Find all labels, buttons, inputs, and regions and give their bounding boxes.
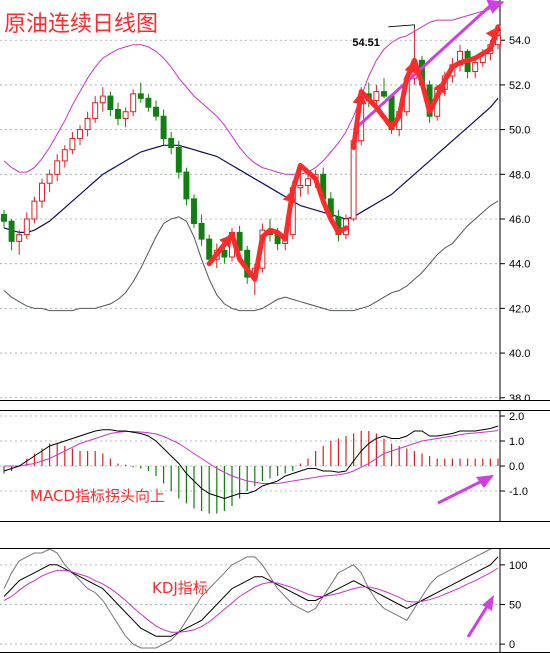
candlestick [61, 149, 68, 162]
candlestick [84, 117, 91, 131]
price-tick-label: 44.0 [509, 259, 530, 271]
candlestick [8, 220, 15, 242]
candlestick [373, 91, 380, 102]
kdj-panel: 100 50 0 KDJ指标 [0, 548, 550, 653]
candlestick [145, 97, 152, 108]
kdj-arrowhead [482, 595, 494, 611]
peak-leader-line [388, 24, 415, 29]
kdj-d-line [3, 567, 499, 633]
kdj-k-line [3, 556, 499, 637]
candlestick [1, 214, 7, 222]
price-tick-label: 38.0 [509, 393, 530, 400]
candlestick [198, 222, 205, 240]
price-tick-label: 40.0 [509, 348, 530, 360]
candlestick [160, 115, 167, 140]
candlestick [183, 171, 190, 200]
macd-annotation: MACD指标拐头向上 [30, 487, 165, 505]
macd-arrow-line [437, 479, 483, 505]
moving-average-line [3, 97, 499, 233]
candlestick [137, 93, 144, 99]
price-chart: 54.0 52.0 50.0 48.0 46.0 44.0 42.0 40.0 38.0 [0, 0, 530, 400]
candlestick [31, 200, 38, 220]
candlestick [191, 198, 197, 224]
candlestick [168, 138, 175, 148]
kdj-tick-label: 0 [509, 639, 515, 651]
price-tick-label: 50.0 [509, 125, 530, 137]
price-tick-label: 46.0 [509, 214, 530, 226]
price-tick-label: 52.0 [509, 80, 530, 92]
price-tick-label: 54.0 [509, 35, 530, 47]
kdj-annotation: KDJ指标 [152, 579, 208, 597]
peak-price-label: 54.51 [352, 36, 380, 49]
candlestick [77, 129, 83, 140]
kdj-j-line [3, 549, 492, 649]
macd-dea-line [4, 430, 499, 484]
candlestick [92, 102, 99, 119]
candlestick [221, 249, 228, 258]
candlestick [99, 95, 106, 104]
candlestick [175, 146, 182, 173]
macd-tick-label: -1.0 [509, 486, 528, 498]
macd-tick-label: 1.0 [509, 436, 524, 448]
candlestick [16, 234, 23, 242]
candlestick [297, 184, 304, 189]
candlestick [115, 108, 121, 119]
price-tick-label: 48.0 [509, 169, 530, 181]
candlestick [122, 111, 129, 119]
macd-tick-label: 2.0 [509, 411, 524, 423]
candlestick [39, 182, 45, 202]
candlestick [69, 138, 76, 151]
candlestick [23, 218, 30, 236]
candlestick [54, 160, 61, 175]
macd-tick-label: 0.0 [509, 461, 524, 473]
candlestick [130, 93, 137, 113]
kdj-chart: 100 50 0 [0, 549, 527, 652]
kdj-tick-label: 100 [509, 560, 527, 572]
kdj-tick-label: 50 [509, 599, 521, 611]
candlestick [107, 95, 114, 110]
candlestick [350, 140, 357, 220]
candlestick [305, 178, 311, 186]
candlestick [46, 173, 53, 184]
bollinger-lower-line [3, 200, 499, 312]
macd-panel: 2.0 1.0 0.0 -1.0 MACD指标拐头向上 [0, 410, 550, 522]
candlestick [381, 91, 387, 97]
price-chart-panel: 54.0 52.0 50.0 48.0 46.0 44.0 42.0 40.0 38.0 原油连… [0, 0, 550, 401]
candlestick [472, 62, 479, 73]
candlestick [153, 106, 159, 117]
price-tick-label: 42.0 [509, 303, 530, 315]
candlestick [206, 238, 213, 260]
kdj-arrow-line [466, 604, 490, 638]
chart-title: 原油连续日线图 [4, 12, 159, 37]
